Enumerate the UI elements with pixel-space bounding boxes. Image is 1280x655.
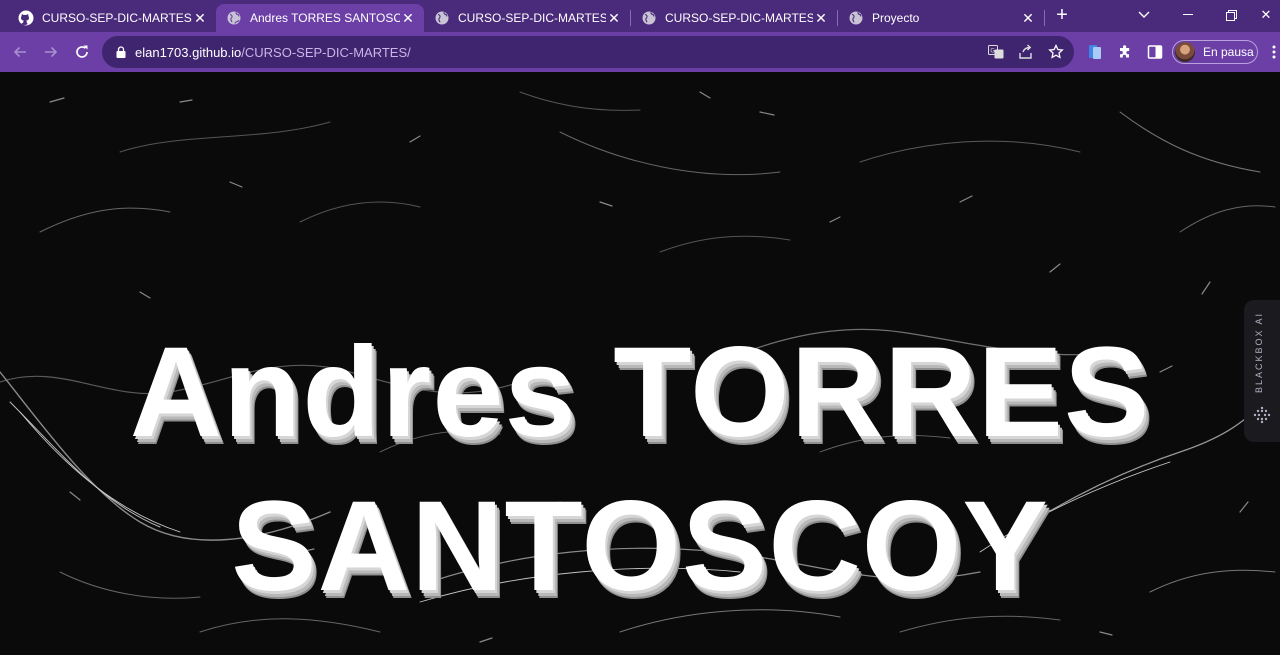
bookmark-star-icon[interactable] — [1048, 44, 1064, 60]
reload-icon[interactable] — [70, 40, 94, 64]
globe-icon — [848, 10, 864, 26]
menu-kebab-icon[interactable] — [1268, 44, 1280, 60]
tab-close-icon[interactable]: ✕ — [813, 10, 829, 26]
tab-close-icon[interactable]: ✕ — [1020, 10, 1036, 26]
globe-icon — [641, 10, 657, 26]
tab-course-1[interactable]: CURSO-SEP-DIC-MARTES | A ✕ — [424, 4, 630, 32]
browser-toolbar: elan1703.github.io/CURSO-SEP-DIC-MARTES/… — [0, 32, 1280, 72]
blackbox-ai-label: BLACKBOX AI — [1254, 312, 1264, 394]
translate-icon[interactable]: G — [988, 44, 1004, 60]
address-bar[interactable]: elan1703.github.io/CURSO-SEP-DIC-MARTES/… — [102, 36, 1074, 68]
side-panel-icon[interactable] — [1147, 44, 1163, 60]
globe-icon — [434, 10, 450, 26]
tab-github-repo[interactable]: CURSO-SEP-DIC-MARTES/in ✕ — [8, 4, 216, 32]
tab-strip: CURSO-SEP-DIC-MARTES/in ✕ Andres TORRES … — [0, 0, 1280, 32]
extension-book-icon[interactable] — [1087, 44, 1103, 60]
globe-icon — [226, 10, 242, 26]
blackbox-logo-icon — [1253, 406, 1271, 424]
share-icon[interactable] — [1018, 44, 1034, 60]
blackbox-ai-sidebar-tab[interactable]: BLACKBOX AI — [1244, 300, 1280, 442]
forward-icon[interactable] — [39, 40, 63, 64]
tab-title: CURSO-SEP-DIC-MARTES/in — [42, 11, 192, 25]
lock-icon[interactable] — [114, 45, 128, 59]
tab-separator — [1044, 10, 1045, 26]
profile-status: En pausa — [1203, 45, 1254, 59]
close-window-icon[interactable]: ✕ — [1252, 4, 1280, 26]
tab-title: Andres TORRES SANTOSCO — [250, 11, 400, 25]
tab-search-chevron-icon[interactable] — [1129, 4, 1159, 26]
url-text[interactable]: elan1703.github.io/CURSO-SEP-DIC-MARTES/ — [135, 45, 411, 60]
tab-proyecto[interactable]: Proyecto ✕ — [838, 4, 1044, 32]
new-tab-plus-icon[interactable]: + — [1047, 4, 1077, 26]
url-path: /CURSO-SEP-DIC-MARTES/ — [241, 44, 411, 60]
avatar — [1175, 42, 1195, 62]
url-host: elan1703.github.io — [135, 44, 242, 60]
tab-title: CURSO-SEP-DIC-MARTES | A — [665, 11, 813, 25]
tab-title: CURSO-SEP-DIC-MARTES | A — [458, 11, 606, 25]
profile-button[interactable]: En pausa — [1172, 40, 1258, 64]
page-viewport: Andres TORRES SANTOSCOY BLACKBOX AI — [0, 72, 1280, 655]
tab-close-icon[interactable]: ✕ — [606, 10, 622, 26]
page-title: Andres TORRES SANTOSCOY — [129, 320, 1151, 618]
extensions-puzzle-icon[interactable] — [1117, 44, 1133, 60]
tab-title: Proyecto — [872, 11, 920, 25]
tab-close-icon[interactable]: ✕ — [192, 10, 208, 26]
tab-course-2[interactable]: CURSO-SEP-DIC-MARTES | A ✕ — [631, 4, 837, 32]
github-icon — [18, 10, 34, 26]
tab-close-icon[interactable]: ✕ — [400, 10, 416, 26]
tab-active-portfolio[interactable]: Andres TORRES SANTOSCO ✕ — [216, 4, 424, 32]
back-icon[interactable] — [8, 40, 32, 64]
minimize-icon[interactable] — [1173, 4, 1203, 26]
svg-text:G: G — [990, 48, 995, 55]
restore-icon[interactable] — [1216, 4, 1246, 26]
